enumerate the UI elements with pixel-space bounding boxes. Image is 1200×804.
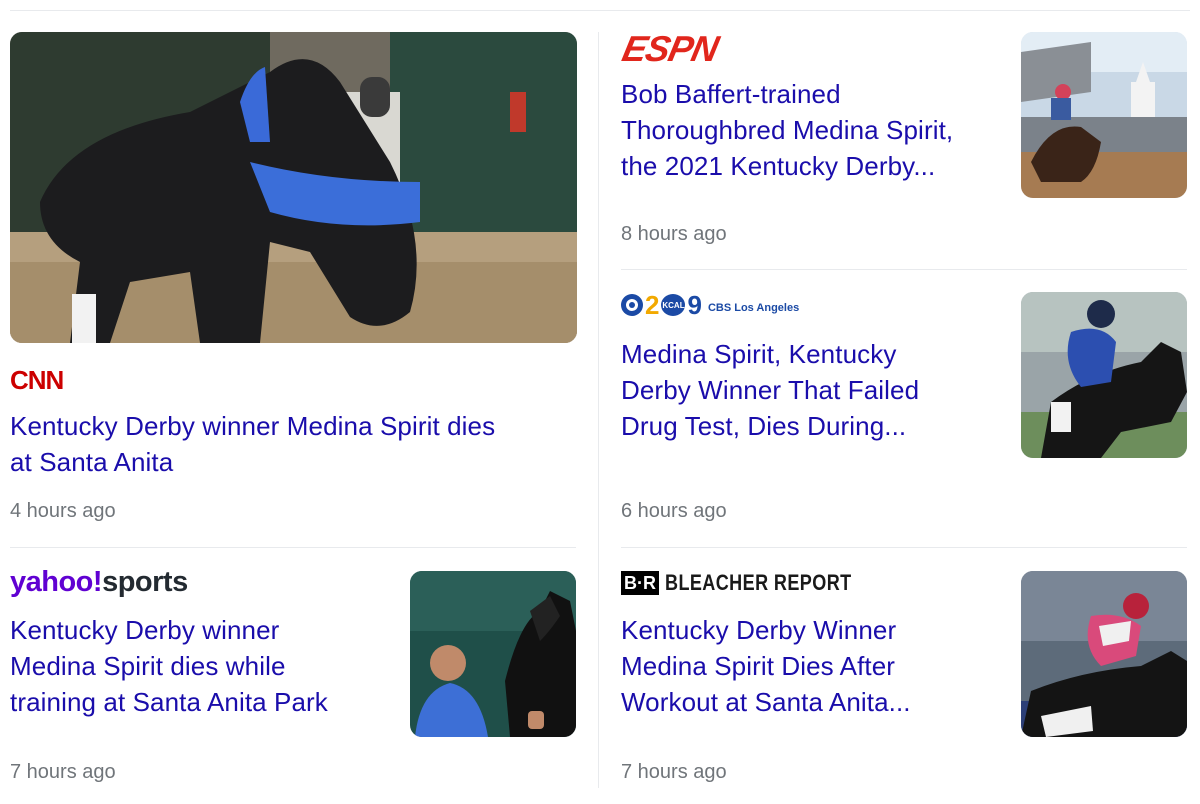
timestamp-bleacher-report: 7 hours ago: [621, 761, 727, 783]
headline-cbs-line2[interactable]: Derby Winner That Failed: [621, 372, 919, 408]
news-card-bleacher-report[interactable]: B·R BLEACHER REPORT Kentucky Derby Winne…: [621, 570, 1188, 790]
top-divider: [10, 10, 1190, 11]
timestamp-yahoo: 7 hours ago: [10, 761, 116, 783]
yahoo-logo-text: yahoo!: [10, 566, 103, 598]
jockey-riding-photo-icon: [1021, 292, 1187, 458]
headline-br-line3[interactable]: Workout at Santa Anita...: [621, 684, 911, 720]
headline-cnn-line2[interactable]: at Santa Anita: [10, 444, 173, 480]
sports-logo-text: sports: [102, 566, 188, 598]
headline-espn-line3[interactable]: the 2021 Kentucky Derby...: [621, 148, 935, 184]
headline-yahoo-line1[interactable]: Kentucky Derby winner: [10, 612, 279, 648]
column-divider: [598, 32, 599, 788]
article-thumbnail-cbs[interactable]: [1021, 292, 1187, 458]
headline-cbs-line1[interactable]: Medina Spirit, Kentucky: [621, 336, 896, 372]
cbs-eye-icon: [621, 294, 643, 316]
timestamp-cbs: 6 hours ago: [621, 500, 727, 522]
headline-espn-line1[interactable]: Bob Baffert-trained: [621, 76, 841, 112]
article-image-horse[interactable]: [10, 32, 577, 343]
article-thumbnail-bleacher-report[interactable]: [1021, 571, 1187, 737]
headline-cbs-line3[interactable]: Drug Test, Dies During...: [621, 408, 906, 444]
channel-9-text: 9: [687, 290, 702, 320]
headline-br-line2[interactable]: Medina Spirit Dies After: [621, 648, 895, 684]
trainer-horse-photo-icon: [410, 571, 576, 737]
espn-logo: ESPN: [618, 28, 722, 69]
derby-race-photo-icon: [1021, 32, 1187, 198]
headline-br-line1[interactable]: Kentucky Derby Winner: [621, 612, 896, 648]
headline-yahoo-line2[interactable]: Medina Spirit dies while: [10, 648, 286, 684]
timestamp-cnn: 4 hours ago: [10, 500, 116, 522]
cnn-logo: CNN: [10, 365, 64, 395]
card-separator-right-2: [621, 547, 1187, 548]
news-card-espn[interactable]: ESPN Bob Baffert-trained Thoroughbred Me…: [618, 28, 1188, 252]
bleacher-report-text: BLEACHER REPORT: [665, 570, 852, 595]
kcal-badge: KCAL: [661, 294, 686, 316]
news-card-cbs-los-angeles[interactable]: 2 KCAL 9 CBS Los Angeles Medina Spirit, …: [621, 292, 1188, 532]
bleacher-report-logo: B·R BLEACHER REPORT: [621, 570, 893, 596]
br-badge: B·R: [621, 571, 659, 595]
article-thumbnail-espn[interactable]: [1021, 32, 1187, 198]
news-card-cnn[interactable]: CNN Kentucky Derby winner Medina Spirit …: [10, 32, 578, 532]
cbs-los-angeles-logo: 2 KCAL 9 CBS Los Angeles: [621, 292, 799, 318]
card-separator-right-1: [621, 269, 1187, 270]
article-thumbnail-yahoo[interactable]: [410, 571, 576, 737]
channel-2-text: 2: [645, 290, 660, 320]
timestamp-espn: 8 hours ago: [621, 223, 727, 245]
yahoo-sports-logo: yahoo!sports: [10, 566, 188, 599]
jockey-pink-silks-photo-icon: [1021, 571, 1187, 737]
headline-cnn-line1[interactable]: Kentucky Derby winner Medina Spirit dies: [10, 408, 495, 444]
cbs-los-angeles-text: CBS Los Angeles: [707, 302, 800, 314]
headline-yahoo-line3[interactable]: training at Santa Anita Park: [10, 684, 328, 720]
news-card-yahoo-sports[interactable]: yahoo!sports Kentucky Derby winner Medin…: [10, 566, 578, 790]
horse-photo-icon: [10, 32, 577, 343]
card-separator-left: [10, 547, 576, 548]
headline-espn-line2[interactable]: Thoroughbred Medina Spirit,: [621, 112, 953, 148]
